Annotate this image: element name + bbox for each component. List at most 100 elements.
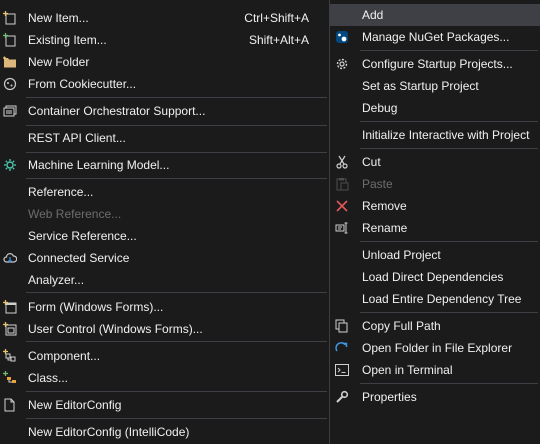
close-icon xyxy=(332,195,352,217)
menu-separator xyxy=(26,152,327,153)
menu-item-add[interactable]: Add xyxy=(330,4,540,26)
shortcut-text: Shift+Alt+A xyxy=(248,33,309,47)
menu-item-analyzer[interactable]: Analyzer... xyxy=(0,269,329,291)
user-control-icon xyxy=(0,318,20,340)
ml-model-icon xyxy=(0,154,20,176)
menu-separator xyxy=(26,178,327,179)
menu-item-label: Manage NuGet Packages... xyxy=(362,30,510,44)
menu-item-unload-project[interactable]: Unload Project xyxy=(330,244,540,266)
menu-item-manage-nuget[interactable]: Manage NuGet Packages... xyxy=(330,26,540,48)
menu-item-label: New EditorConfig xyxy=(28,398,122,412)
menu-item-connected-service[interactable]: Connected Service xyxy=(0,247,329,269)
menu-item-new-folder[interactable]: New Folder xyxy=(0,51,329,73)
scissors-icon xyxy=(332,151,352,173)
menu-item-copy-full-path[interactable]: Copy Full Path xyxy=(330,315,540,337)
menu-item-remove[interactable]: Remove xyxy=(330,195,540,217)
form-icon xyxy=(0,296,20,318)
menu-separator xyxy=(360,121,538,122)
menu-item-label: Configure Startup Projects... xyxy=(362,57,513,71)
menu-item-label: Existing Item... xyxy=(28,33,107,47)
menu-separator xyxy=(26,418,327,419)
menu-item-label: REST API Client... xyxy=(28,131,126,145)
paste-icon xyxy=(332,173,352,195)
menu-item-user-control[interactable]: User Control (Windows Forms)... xyxy=(0,318,329,340)
menu-item-load-direct-dependencies[interactable]: Load Direct Dependencies xyxy=(330,266,540,288)
menu-item-label: New EditorConfig (IntelliCode) xyxy=(28,425,190,439)
menu-item-open-folder[interactable]: Open Folder in File Explorer xyxy=(330,337,540,359)
copy-icon xyxy=(332,315,352,337)
menu-item-label: Copy Full Path xyxy=(362,319,441,333)
nuget-icon xyxy=(332,26,352,48)
menu-item-cut[interactable]: Cut xyxy=(330,151,540,173)
menu-item-set-startup[interactable]: Set as Startup Project xyxy=(330,75,540,97)
menu-item-label: Load Direct Dependencies xyxy=(362,270,504,284)
menu-item-reference[interactable]: Reference... xyxy=(0,181,329,203)
project-context-menu: Add Manage NuGet Packages... Configure S… xyxy=(329,0,540,444)
menu-item-label: Set as Startup Project xyxy=(362,79,479,93)
menu-separator xyxy=(26,97,327,98)
menu-item-label: Debug xyxy=(362,101,398,115)
menu-item-initialize-interactive[interactable]: Initialize Interactive with Project xyxy=(330,124,540,146)
cookiecutter-icon xyxy=(0,73,20,95)
container-icon xyxy=(0,100,20,122)
menu-item-paste[interactable]: Paste xyxy=(330,173,540,195)
new-item-icon xyxy=(0,7,20,29)
menu-item-label: Initialize Interactive with Project xyxy=(362,128,530,142)
menu-item-service-reference[interactable]: Service Reference... xyxy=(0,225,329,247)
menu-separator xyxy=(360,148,538,149)
class-icon xyxy=(0,367,20,389)
add-submenu: New Item... Ctrl+Shift+A Existing Item..… xyxy=(0,0,329,444)
menu-item-label: Web Reference... xyxy=(28,207,122,221)
menu-item-container-orchestrator[interactable]: Container Orchestrator Support... xyxy=(0,100,329,122)
menu-separator xyxy=(26,341,327,342)
menu-item-label: Component... xyxy=(28,349,101,363)
menu-item-new-item[interactable]: New Item... Ctrl+Shift+A xyxy=(0,7,329,29)
menu-item-label: Add xyxy=(362,8,384,22)
menu-separator xyxy=(26,292,327,293)
menu-item-rename[interactable]: Rename xyxy=(330,217,540,239)
existing-item-icon xyxy=(0,29,20,51)
menu-item-web-reference[interactable]: Web Reference... xyxy=(0,203,329,225)
menu-item-machine-learning-model[interactable]: Machine Learning Model... xyxy=(0,154,329,176)
menu-item-from-cookiecutter[interactable]: From Cookiecutter... xyxy=(0,73,329,95)
menu-item-load-entire-dependency-tree[interactable]: Load Entire Dependency Tree xyxy=(330,288,540,310)
menu-item-label: Machine Learning Model... xyxy=(28,158,170,172)
menu-item-label: Open in Terminal xyxy=(362,363,453,377)
menu-item-label: Unload Project xyxy=(362,248,441,262)
terminal-icon xyxy=(332,359,352,381)
menu-separator xyxy=(360,383,538,384)
menu-item-label: Container Orchestrator Support... xyxy=(28,104,206,118)
folder-icon xyxy=(0,51,20,73)
menu-item-label: Rename xyxy=(362,221,408,235)
menu-item-label: User Control (Windows Forms)... xyxy=(28,322,203,336)
refresh-arrow-icon xyxy=(332,337,352,359)
menu-item-label: Cut xyxy=(362,155,381,169)
menu-item-new-editorconfig[interactable]: New EditorConfig xyxy=(0,394,329,416)
wrench-icon xyxy=(332,386,352,408)
menu-item-label: New Item... xyxy=(28,11,89,25)
menu-item-label: Connected Service xyxy=(28,251,130,265)
menu-item-label: New Folder xyxy=(28,55,90,69)
menu-item-class[interactable]: Class... xyxy=(0,367,329,389)
menu-item-label: Reference... xyxy=(28,185,94,199)
menu-item-configure-startup[interactable]: Configure Startup Projects... xyxy=(330,53,540,75)
menu-item-open-terminal[interactable]: Open in Terminal xyxy=(330,359,540,381)
shortcut-text: Ctrl+Shift+A xyxy=(244,11,309,25)
menu-item-label: From Cookiecutter... xyxy=(28,77,137,91)
menu-separator xyxy=(26,125,327,126)
menu-separator xyxy=(360,312,538,313)
menu-item-rest-api-client[interactable]: REST API Client... xyxy=(0,127,329,149)
menu-item-form[interactable]: Form (Windows Forms)... xyxy=(0,296,329,318)
menu-separator xyxy=(360,50,538,51)
cloud-icon xyxy=(0,247,20,269)
menu-item-label: Remove xyxy=(362,199,407,213)
menu-item-new-editorconfig-intellicode[interactable]: New EditorConfig (IntelliCode) xyxy=(0,421,329,443)
menu-item-properties[interactable]: Properties xyxy=(330,386,540,408)
document-icon xyxy=(0,394,20,416)
menu-item-label: Paste xyxy=(362,177,393,191)
menu-item-label: Form (Windows Forms)... xyxy=(28,300,164,314)
menu-item-component[interactable]: Component... xyxy=(0,345,329,367)
menu-item-existing-item[interactable]: Existing Item... Shift+Alt+A xyxy=(0,29,329,51)
menu-item-debug[interactable]: Debug xyxy=(330,97,540,119)
menu-item-label: Class... xyxy=(28,371,69,385)
